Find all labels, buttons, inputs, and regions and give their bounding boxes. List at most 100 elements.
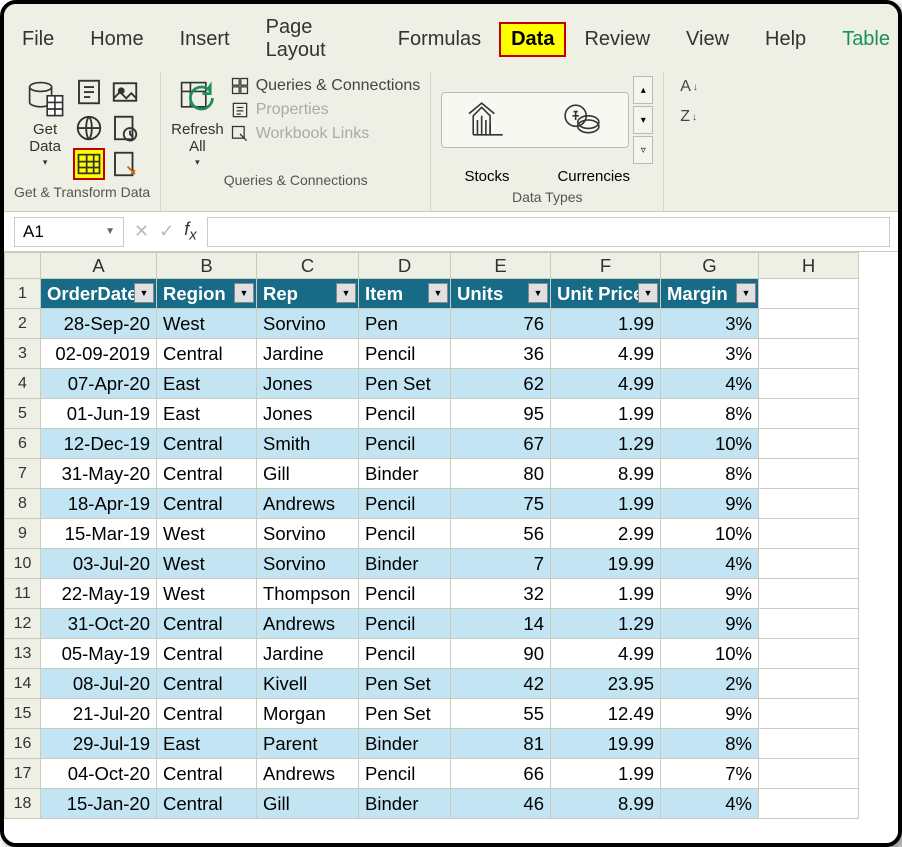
- filter-dropdown-button[interactable]: ▼: [736, 283, 756, 303]
- cell[interactable]: 62: [451, 369, 551, 399]
- cell[interactable]: 4%: [661, 789, 759, 819]
- cell[interactable]: 19.99: [551, 549, 661, 579]
- cell[interactable]: 8.99: [551, 459, 661, 489]
- menu-tab-insert[interactable]: Insert: [162, 22, 248, 57]
- cell[interactable]: 4%: [661, 369, 759, 399]
- cell[interactable]: 03-Jul-20: [41, 549, 157, 579]
- cell[interactable]: Binder: [359, 789, 451, 819]
- cell[interactable]: West: [157, 309, 257, 339]
- row-header[interactable]: 5: [5, 399, 41, 429]
- cell[interactable]: Central: [157, 339, 257, 369]
- sort-desc-button[interactable]: Z↓: [680, 108, 698, 126]
- cell[interactable]: Central: [157, 429, 257, 459]
- cell[interactable]: West: [157, 579, 257, 609]
- col-header-H[interactable]: H: [759, 253, 859, 279]
- row-header[interactable]: 7: [5, 459, 41, 489]
- cell[interactable]: [759, 729, 859, 759]
- cell[interactable]: 55: [451, 699, 551, 729]
- cell[interactable]: [759, 699, 859, 729]
- cell[interactable]: 04-Oct-20: [41, 759, 157, 789]
- cell[interactable]: West: [157, 519, 257, 549]
- menu-tab-table[interactable]: Table: [824, 22, 898, 57]
- cell[interactable]: 29-Jul-19: [41, 729, 157, 759]
- cell[interactable]: [759, 579, 859, 609]
- col-header-E[interactable]: E: [451, 253, 551, 279]
- cell[interactable]: 75: [451, 489, 551, 519]
- cell[interactable]: 7%: [661, 759, 759, 789]
- table-header-cell[interactable]: Unit Price▼: [551, 279, 661, 309]
- cell[interactable]: Sorvino: [257, 549, 359, 579]
- cell[interactable]: 28-Sep-20: [41, 309, 157, 339]
- cell[interactable]: 81: [451, 729, 551, 759]
- cell[interactable]: 18-Apr-19: [41, 489, 157, 519]
- cell[interactable]: 56: [451, 519, 551, 549]
- cell[interactable]: [759, 279, 859, 309]
- cell[interactable]: 8.99: [551, 789, 661, 819]
- cell[interactable]: 36: [451, 339, 551, 369]
- col-header-D[interactable]: D: [359, 253, 451, 279]
- cell[interactable]: 2%: [661, 669, 759, 699]
- cell[interactable]: 95: [451, 399, 551, 429]
- formula-input[interactable]: [207, 217, 890, 247]
- row-header[interactable]: 17: [5, 759, 41, 789]
- cell[interactable]: 08-Jul-20: [41, 669, 157, 699]
- cell[interactable]: East: [157, 729, 257, 759]
- cell[interactable]: 9%: [661, 579, 759, 609]
- cell[interactable]: 19.99: [551, 729, 661, 759]
- table-header-cell[interactable]: Item▼: [359, 279, 451, 309]
- from-text-button[interactable]: [73, 76, 105, 108]
- row-header[interactable]: 9: [5, 519, 41, 549]
- row-header[interactable]: 14: [5, 669, 41, 699]
- fx-button[interactable]: fx: [184, 219, 197, 244]
- cell[interactable]: Central: [157, 699, 257, 729]
- filter-dropdown-button[interactable]: ▼: [336, 283, 356, 303]
- row-header[interactable]: 2: [5, 309, 41, 339]
- name-box[interactable]: A1 ▼: [14, 217, 124, 247]
- cell[interactable]: Gill: [257, 459, 359, 489]
- select-all-corner[interactable]: [5, 253, 41, 279]
- filter-dropdown-button[interactable]: ▼: [638, 283, 658, 303]
- menu-tab-page-layout[interactable]: Page Layout: [248, 10, 380, 68]
- cell[interactable]: 31-Oct-20: [41, 609, 157, 639]
- row-header[interactable]: 1: [5, 279, 41, 309]
- cell[interactable]: 10%: [661, 429, 759, 459]
- cell[interactable]: 4.99: [551, 639, 661, 669]
- cell[interactable]: Sorvino: [257, 309, 359, 339]
- cell[interactable]: 66: [451, 759, 551, 789]
- cell[interactable]: [759, 609, 859, 639]
- row-header[interactable]: 12: [5, 609, 41, 639]
- cell[interactable]: 4.99: [551, 369, 661, 399]
- cell[interactable]: 02-09-2019: [41, 339, 157, 369]
- accept-formula-button[interactable]: ✓: [159, 221, 174, 242]
- cell[interactable]: [759, 309, 859, 339]
- cell[interactable]: Pencil: [359, 399, 451, 429]
- from-table-range-button[interactable]: [73, 148, 105, 180]
- cell[interactable]: 1.99: [551, 399, 661, 429]
- cell[interactable]: Jardine: [257, 639, 359, 669]
- cell[interactable]: Binder: [359, 549, 451, 579]
- worksheet-grid[interactable]: ABCDEFGH1OrderDate▼Region▼Rep▼Item▼Units…: [4, 252, 898, 843]
- filter-dropdown-button[interactable]: ▼: [528, 283, 548, 303]
- cell[interactable]: Central: [157, 759, 257, 789]
- cell[interactable]: Andrews: [257, 759, 359, 789]
- cell[interactable]: East: [157, 399, 257, 429]
- cell[interactable]: Central: [157, 609, 257, 639]
- cell[interactable]: [759, 639, 859, 669]
- chevron-down-icon[interactable]: ▼: [105, 226, 115, 237]
- from-picture-button[interactable]: [109, 76, 141, 108]
- table-header-cell[interactable]: Margin▼: [661, 279, 759, 309]
- cell[interactable]: 12.49: [551, 699, 661, 729]
- table-header-cell[interactable]: Region▼: [157, 279, 257, 309]
- cell[interactable]: Pencil: [359, 639, 451, 669]
- stocks-label[interactable]: Stocks: [464, 168, 509, 185]
- filter-dropdown-button[interactable]: ▼: [134, 283, 154, 303]
- cell[interactable]: Andrews: [257, 609, 359, 639]
- cell[interactable]: 31-May-20: [41, 459, 157, 489]
- cell[interactable]: Thompson: [257, 579, 359, 609]
- cell[interactable]: [759, 339, 859, 369]
- sort-asc-button[interactable]: A↓: [680, 78, 698, 96]
- cell[interactable]: 1.99: [551, 489, 661, 519]
- cell[interactable]: Pen Set: [359, 699, 451, 729]
- cell[interactable]: Pencil: [359, 429, 451, 459]
- cell[interactable]: Pencil: [359, 759, 451, 789]
